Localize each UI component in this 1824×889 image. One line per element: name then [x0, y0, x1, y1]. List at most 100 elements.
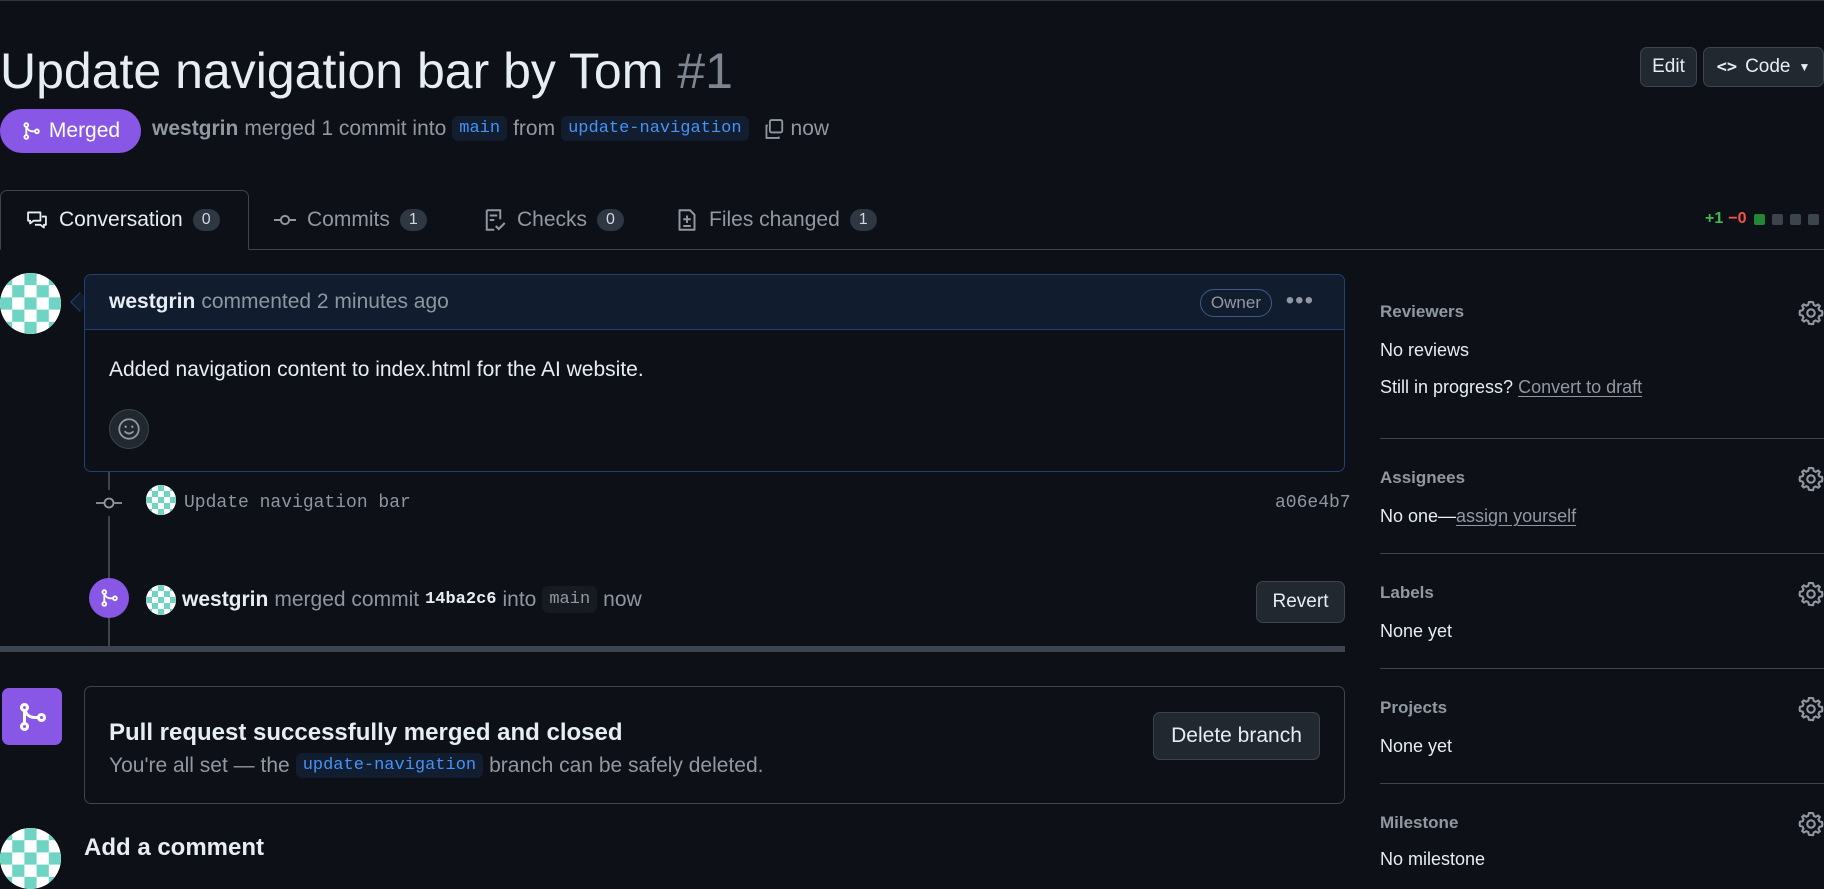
commit-sha[interactable]: a06e4b7	[1275, 493, 1351, 513]
tab-checks-count: 0	[597, 209, 624, 231]
sidebar-divider	[1380, 438, 1824, 439]
milestone-title[interactable]: Milestone	[1380, 813, 1824, 833]
merged-status-badge: Merged	[0, 109, 141, 153]
page-title: Update navigation bar by Tom #1	[0, 42, 733, 100]
state-label: Merged	[48, 119, 121, 142]
delete-branch-label: Delete branch	[1171, 724, 1302, 747]
checklist-icon	[485, 209, 506, 231]
owner-badge: Owner	[1199, 289, 1272, 317]
head-branch[interactable]: update-navigation	[561, 116, 749, 141]
gear-icon[interactable]	[1798, 300, 1824, 326]
edit-button[interactable]: Edit	[1640, 47, 1697, 87]
tab-files-changed-label: Files changed	[709, 208, 840, 231]
sidebar-labels: Labels None yet	[1380, 583, 1824, 642]
pr-number: #1	[677, 43, 733, 99]
tab-conversation-count: 0	[192, 209, 220, 231]
revert-button[interactable]: Revert	[1256, 581, 1345, 623]
gear-icon[interactable]	[1798, 581, 1824, 607]
merge-event-into: into	[502, 587, 537, 611]
tab-commits-label: Commits	[307, 208, 390, 231]
commit-node-icon	[96, 490, 122, 516]
labels-value: None yet	[1380, 621, 1453, 641]
commit-icon	[274, 214, 296, 226]
sidebar-divider	[1380, 553, 1824, 554]
merge-subtext-suffix: branch can be safely deleted.	[489, 753, 764, 777]
timeline-end-divider	[0, 646, 1345, 652]
tab-checks[interactable]: Checks 0	[483, 190, 624, 250]
merge-icon	[21, 121, 41, 141]
tab-files-changed-count: 1	[849, 209, 877, 231]
diff-deletions: −0	[1728, 210, 1747, 227]
comment-author[interactable]: westgrin	[109, 290, 195, 314]
sidebar-divider	[1380, 783, 1824, 784]
author-link[interactable]: westgrin	[152, 117, 238, 141]
code-button[interactable]: <> Code ▼	[1703, 47, 1824, 87]
gear-icon[interactable]	[1798, 811, 1824, 837]
conversation-icon	[27, 211, 47, 229]
commit-message[interactable]: Update navigation bar	[184, 493, 411, 513]
top-border	[0, 0, 1824, 1]
copy-icon[interactable]	[763, 118, 785, 140]
commit-author-avatar[interactable]	[146, 485, 176, 515]
diffstat-box-added	[1753, 213, 1765, 225]
add-reaction-button[interactable]	[109, 409, 149, 449]
avatar[interactable]	[0, 273, 61, 334]
file-diff-icon	[678, 209, 696, 231]
merged-node-icon	[89, 578, 129, 618]
projects-title[interactable]: Projects	[1380, 698, 1824, 718]
comment-header: westgrin commented 2 minutes ago Owner •…	[85, 275, 1344, 330]
merge-event-branch[interactable]: main	[542, 586, 598, 613]
add-comment-heading: Add a comment	[84, 834, 265, 861]
merge-commit-sha[interactable]: 14ba2c6	[425, 590, 496, 609]
gear-icon[interactable]	[1798, 696, 1824, 722]
base-branch[interactable]: main	[452, 116, 508, 141]
merge-status-box: Pull request successfully merged and clo…	[84, 686, 1345, 804]
tab-conversation-label: Conversation	[59, 208, 183, 231]
sidebar-projects: Projects None yet	[1380, 698, 1824, 757]
assignees-title[interactable]: Assignees	[1380, 468, 1824, 488]
assign-yourself-link[interactable]: assign yourself	[1456, 506, 1576, 526]
merge-subtext-branch[interactable]: update-navigation	[295, 753, 484, 778]
reviewers-title[interactable]: Reviewers	[1380, 302, 1824, 322]
delete-branch-button[interactable]: Delete branch	[1153, 712, 1320, 760]
convert-to-draft-link[interactable]: Convert to draft	[1518, 377, 1642, 397]
sidebar-milestone: Milestone No milestone	[1380, 813, 1824, 870]
diffstat-box-neutral	[1789, 213, 1801, 225]
sidebar-assignees: Assignees No one—assign yourself	[1380, 468, 1824, 527]
pr-title-text: Update navigation bar by Tom	[0, 43, 664, 99]
comment-body: Added navigation content to index.html f…	[109, 358, 644, 381]
smiley-icon	[118, 418, 140, 440]
from-text: from	[513, 116, 556, 140]
diffstat: +1 −0	[1705, 210, 1824, 228]
merged-text: merged 1 commit into	[244, 116, 447, 140]
milestone-value: No milestone	[1380, 849, 1486, 869]
merger-avatar[interactable]	[146, 585, 176, 615]
diffstat-box-neutral	[1807, 213, 1819, 225]
labels-title[interactable]: Labels	[1380, 583, 1824, 603]
diff-additions: +1	[1705, 210, 1724, 227]
gear-icon[interactable]	[1798, 466, 1824, 492]
merge-subtext: You're all set — the update-navigation b…	[109, 753, 763, 778]
tab-commits-count: 1	[399, 209, 427, 231]
merge-heading: Pull request successfully merged and clo…	[109, 719, 623, 746]
assignees-value: No one—	[1380, 506, 1457, 526]
comment-timestamp[interactable]: commented 2 minutes ago	[201, 290, 448, 314]
tab-checks-label: Checks	[517, 208, 588, 231]
pr-meta: westgrin merged 1 commit into main from …	[152, 116, 829, 141]
progress-text: Still in progress?	[1380, 377, 1514, 397]
merge-event-author[interactable]: westgrin	[182, 588, 268, 612]
reviewers-value: No reviews	[1380, 340, 1470, 360]
diffstat-box-neutral	[1771, 213, 1783, 225]
edit-label: Edit	[1652, 56, 1685, 77]
revert-label: Revert	[1272, 591, 1329, 612]
sidebar-divider	[1380, 668, 1824, 669]
tab-conversation[interactable]: Conversation 0	[0, 190, 249, 250]
tab-files-changed[interactable]: Files changed 1	[675, 190, 877, 250]
projects-value: None yet	[1380, 736, 1453, 756]
avatar[interactable]	[0, 828, 61, 889]
tab-commits[interactable]: Commits 1	[273, 190, 427, 250]
merge-event: westgrin merged commit 14ba2c6 into main…	[182, 586, 642, 613]
comment-card: westgrin commented 2 minutes ago Owner •…	[84, 274, 1345, 472]
merge-subtext-prefix: You're all set — the	[109, 753, 290, 777]
kebab-menu-icon[interactable]: •••	[1286, 287, 1314, 315]
